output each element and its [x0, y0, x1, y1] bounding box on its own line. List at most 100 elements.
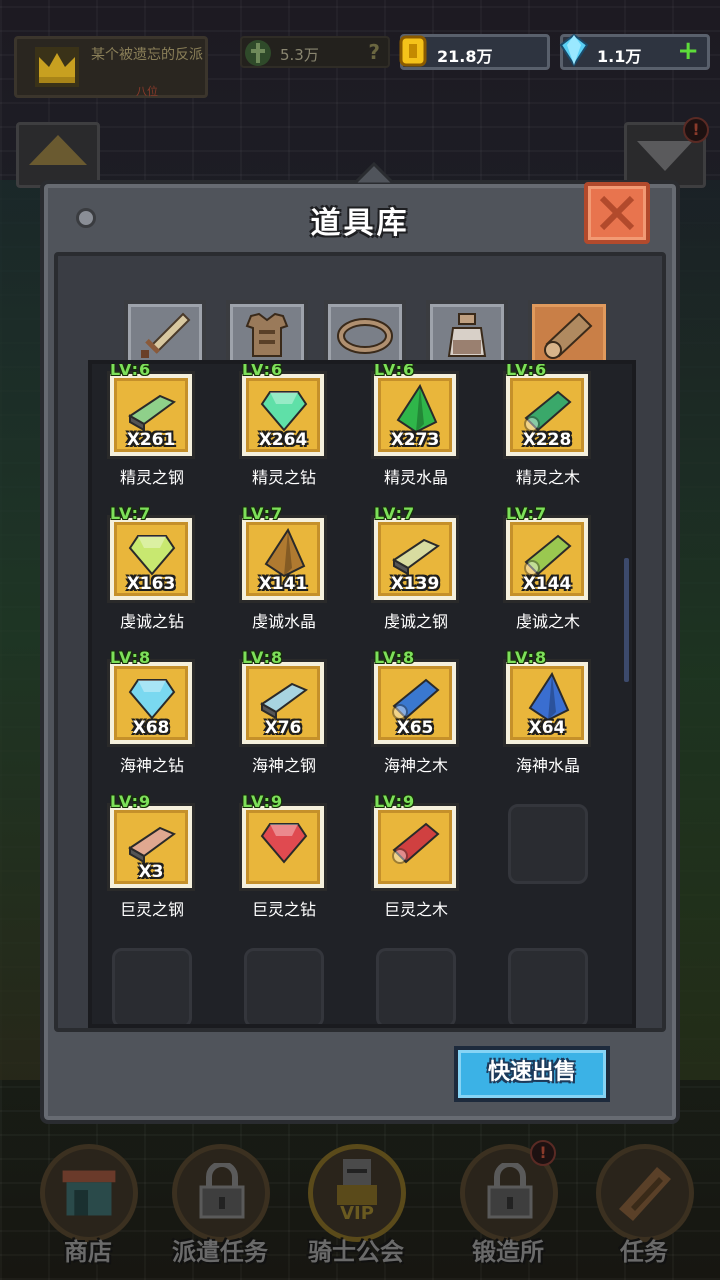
- gold-panel: 21.8万: [399, 34, 550, 70]
- item-level: LV:7: [506, 504, 548, 523]
- item-slot[interactable]: X65: [371, 659, 459, 747]
- guild-name: 某个被遗忘的反派: [91, 47, 203, 63]
- steel-bar-icon: [128, 394, 177, 432]
- quest-scroll-icon: [619, 1167, 671, 1221]
- tab-weapon[interactable]: [124, 300, 206, 368]
- potion-icon: [447, 313, 487, 357]
- nav-dispatch[interactable]: 派遣任务: [160, 1144, 280, 1274]
- vip-badge: VIP: [340, 1203, 374, 1224]
- item-quantity: X64: [528, 718, 566, 738]
- item-name: 精灵水晶: [383, 468, 448, 487]
- ring-icon: [337, 318, 393, 354]
- empty-slot: [244, 948, 324, 1024]
- item-quantity: X65: [396, 718, 434, 738]
- help-icon[interactable]: ?: [368, 40, 380, 64]
- nav-knight-guild[interactable]: VIP 骑士公会: [296, 1144, 416, 1274]
- steel-bar-icon: [392, 538, 441, 576]
- modal-notch: [354, 161, 394, 184]
- guild-panel[interactable]: 某个被遗忘的反派 八位: [14, 36, 208, 98]
- nav-label: 任务: [620, 1238, 668, 1266]
- lock-icon: [199, 1163, 245, 1219]
- item-quantity: X273: [390, 430, 440, 450]
- gold-value: 21.8万: [437, 47, 493, 66]
- item-name: 海神水晶: [515, 756, 580, 775]
- diamond-currency-icon: [559, 33, 589, 67]
- item-quantity: X261: [126, 430, 176, 450]
- item-slot[interactable]: [239, 803, 327, 891]
- item-level: LV:8: [374, 648, 416, 667]
- item-name: 精灵之钢: [119, 468, 184, 487]
- nav-ring: [172, 1144, 270, 1242]
- scene-down-button[interactable]: !: [624, 117, 709, 188]
- log-icon: [524, 534, 572, 576]
- forge-alert-badge: !: [530, 1140, 556, 1166]
- diamond-icon: [128, 679, 176, 720]
- crystal-icon: [396, 384, 438, 434]
- item-name: 虔诚之钻: [119, 612, 184, 631]
- item-slot[interactable]: X64: [503, 659, 591, 747]
- item-quantity: X144: [522, 574, 572, 594]
- item-level: LV:9: [374, 792, 416, 811]
- item-level: LV:6: [506, 360, 548, 379]
- item-slot[interactable]: X264: [239, 371, 327, 459]
- item-level: LV:8: [506, 648, 548, 667]
- item-storage-modal: 道具库 X261 LV:6 精灵之钢 X264 LV:6 精灵之钻 X273 L…: [40, 161, 680, 1124]
- shop-icon: [62, 1170, 116, 1216]
- item-quantity: X76: [264, 718, 302, 738]
- item-slot[interactable]: X68: [107, 659, 195, 747]
- item-slot[interactable]: X3: [107, 803, 195, 891]
- nav-label: 锻造所: [472, 1238, 544, 1266]
- nav-quests[interactable]: 任务: [584, 1144, 704, 1274]
- item-name: 海神之钢: [251, 756, 316, 775]
- scene-up-button[interactable]: [16, 122, 100, 188]
- item-name: 海神之木: [383, 756, 448, 775]
- arrow-up-icon: [29, 135, 87, 165]
- power-value: 5.3万: [280, 46, 319, 64]
- item-name: 海神之钻: [119, 756, 184, 775]
- item-grid[interactable]: X261 LV:6 精灵之钢 X264 LV:6 精灵之钻 X273 LV:6 精灵水晶 X228…: [88, 360, 636, 1028]
- item-quantity: X68: [132, 718, 170, 738]
- item-slot[interactable]: X76: [239, 659, 327, 747]
- nav-forge[interactable]: ! 锻造所: [448, 1140, 568, 1274]
- modal-title: 道具库: [310, 206, 410, 241]
- item-quantity: X228: [522, 430, 572, 450]
- item-level: LV:9: [110, 792, 152, 811]
- item-name: 巨灵之钢: [119, 900, 184, 919]
- tab-accessory[interactable]: [324, 300, 406, 368]
- quick-sell-button[interactable]: 快速出售: [454, 1046, 610, 1102]
- item-level: LV:6: [242, 360, 284, 379]
- item-level: LV:9: [242, 792, 284, 811]
- gold-coin-icon: [399, 35, 427, 67]
- item-slot[interactable]: X141: [239, 515, 327, 603]
- item-slot[interactable]: X273: [371, 371, 459, 459]
- item-quantity: X264: [258, 430, 308, 450]
- gem-panel: 1.1万 +: [559, 33, 710, 70]
- log-icon: [392, 678, 440, 720]
- item-quantity: X3: [138, 862, 164, 882]
- item-name: 精灵之钻: [251, 468, 316, 487]
- item-slot[interactable]: X144: [503, 515, 591, 603]
- log-icon: [544, 312, 593, 359]
- tab-armor[interactable]: [226, 300, 308, 368]
- empty-slot: [112, 948, 192, 1024]
- item-level: LV:7: [374, 504, 416, 523]
- diamond-icon: [260, 391, 308, 432]
- item-level: LV:7: [242, 504, 284, 523]
- item-name: 虔诚之木: [515, 612, 580, 631]
- item-level: LV:8: [110, 648, 152, 667]
- add-gems-icon[interactable]: +: [677, 38, 699, 64]
- nav-shop[interactable]: 商店: [28, 1144, 148, 1274]
- lock-icon: [487, 1163, 533, 1219]
- item-slot[interactable]: [371, 803, 459, 891]
- item-slot[interactable]: X139: [371, 515, 459, 603]
- item-slot[interactable]: X228: [503, 371, 591, 459]
- item-level: LV:6: [374, 360, 416, 379]
- item-name: 虔诚之钢: [383, 612, 448, 631]
- log-icon: [392, 822, 440, 864]
- scrollbar[interactable]: [624, 558, 629, 682]
- close-button[interactable]: [584, 182, 650, 244]
- tab-potion[interactable]: [426, 300, 508, 368]
- tab-material[interactable]: [528, 300, 610, 368]
- item-slot[interactable]: X261: [107, 371, 195, 459]
- item-slot[interactable]: X163: [107, 515, 195, 603]
